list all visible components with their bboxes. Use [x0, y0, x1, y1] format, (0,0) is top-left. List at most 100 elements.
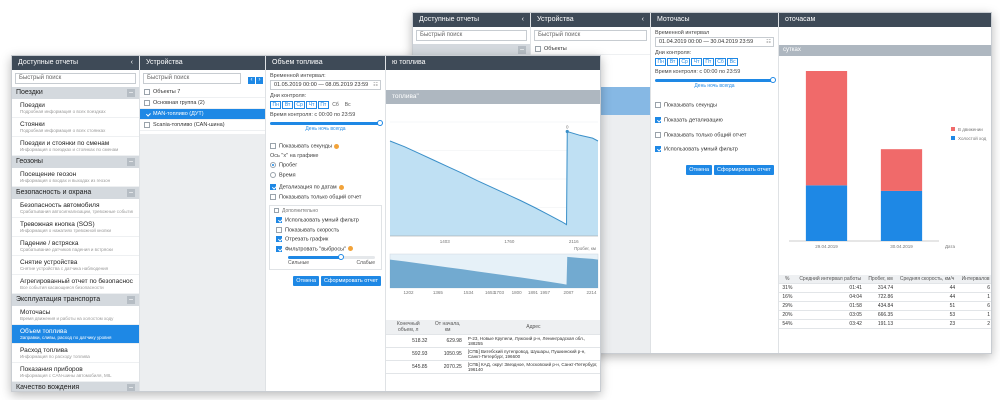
checkbox[interactable] [274, 208, 279, 214]
checkbox[interactable] [276, 245, 282, 252]
device-row[interactable]: Объекты 7 [140, 87, 265, 98]
report-item[interactable]: Показания приборов Информация с CAN-шины … [12, 363, 139, 382]
next-icon[interactable]: › [256, 77, 263, 84]
checkbox[interactable] [144, 110, 150, 117]
help-icon[interactable] [348, 246, 353, 252]
collapse-icon[interactable]: − [127, 158, 135, 166]
table-row[interactable]: 31% 01:41 314.74 44 6 [779, 283, 991, 293]
checkbox[interactable] [655, 117, 661, 124]
checkbox[interactable] [276, 226, 282, 233]
table-row[interactable]: 592.93 1050.95 [СПБ] Витебский путепровод,… [386, 347, 600, 361]
radio-button[interactable] [270, 171, 276, 178]
table-row[interactable]: 20% 03:05 666.35 53 1 [779, 310, 991, 320]
report-item[interactable]: Моточасы Время движения и работы на холос… [12, 306, 139, 325]
collapse-chevron-icon[interactable]: ‹ [522, 13, 524, 27]
calendar-icon[interactable]: ☷ [373, 81, 378, 89]
checkbox[interactable] [144, 121, 150, 128]
extra-option[interactable]: Отрезать график [276, 236, 375, 243]
back-option-filter[interactable]: Использовать умный фильтр [655, 146, 774, 153]
back-objects-row[interactable]: Объекты [531, 44, 650, 55]
front-option-detail[interactable]: Детализация по датам [270, 184, 381, 191]
report-item[interactable]: Безопасность автомобиля Срабатывания авто… [12, 199, 139, 218]
checkbox[interactable] [535, 45, 541, 52]
collapse-icon[interactable]: − [518, 46, 526, 54]
checkbox[interactable] [655, 131, 661, 138]
collapse-icon[interactable]: − [127, 296, 135, 304]
checkbox[interactable] [276, 217, 282, 224]
slider-handle[interactable] [377, 120, 383, 126]
help-icon[interactable] [338, 184, 344, 190]
back-generate-button[interactable]: Сформировать отчет [713, 164, 774, 175]
collapse-icon[interactable]: − [127, 189, 135, 197]
table-row[interactable]: 29% 01:58 434.84 51 6 [779, 301, 991, 311]
checkbox[interactable] [270, 193, 276, 200]
collapse-icon[interactable]: − [127, 89, 135, 97]
day-mon-toggle[interactable]: Пн [655, 58, 667, 66]
device-row[interactable]: MAN-топливо (ДУТ) [140, 109, 265, 120]
front-option-seconds[interactable]: Показывать секунды [270, 143, 381, 149]
day-sun-toggle[interactable]: Вс [342, 101, 353, 109]
column-header[interactable]: Адрес [464, 320, 600, 335]
extra-option[interactable]: Фильтровать "выбросы" [276, 245, 375, 252]
report-section-header[interactable]: Геозоны − [12, 156, 139, 168]
report-item[interactable]: Поездки и стоянки по сменам Информация о … [12, 137, 139, 156]
collapse-chevron-icon[interactable]: ‹ [642, 13, 644, 27]
front-generate-button[interactable]: Сформировать отчет [320, 276, 381, 287]
checkbox[interactable] [270, 184, 276, 191]
column-header[interactable]: Конечный объем, л [386, 320, 431, 335]
report-section-header[interactable]: Поездки − [12, 87, 139, 99]
day-wed-toggle[interactable]: Ср [678, 58, 691, 66]
calendar-icon[interactable]: ☷ [766, 38, 771, 46]
report-item[interactable]: Расход топлива Информация по расходу топл… [12, 344, 139, 363]
day-sun-toggle[interactable]: Вс [727, 58, 739, 66]
front-cancel-button[interactable]: Отмена [293, 276, 320, 287]
slider-handle[interactable] [770, 77, 776, 83]
back-time-interval-input[interactable]: 01.04.2019 00:00 — 30.04.2019 23:59 ☷ [655, 37, 774, 47]
front-time-slider[interactable] [270, 120, 383, 126]
radio-button[interactable] [270, 162, 276, 169]
front-devices-search[interactable]: Быстрый поиск [143, 73, 241, 84]
extra-option[interactable]: Показывать скорость [276, 226, 375, 233]
checkbox[interactable] [655, 102, 661, 108]
back-cancel-button[interactable]: Отмена [686, 164, 713, 175]
day-thu-toggle[interactable]: Чт [306, 101, 317, 109]
column-header[interactable]: Интервалов [958, 275, 991, 284]
checkbox[interactable] [270, 143, 276, 149]
back-devices-search[interactable]: Быстрый поиск [534, 30, 647, 41]
day-sat-toggle[interactable]: Сб [714, 58, 727, 66]
report-item[interactable]: Поездки Подробная информация о всех поезд… [12, 99, 139, 118]
day-tue-toggle[interactable]: Вт [282, 101, 293, 109]
table-row[interactable]: 16% 04:04 722.86 44 1 [779, 292, 991, 302]
report-item[interactable]: Тревожная кнопка (SOS) Информация о нажат… [12, 218, 139, 237]
report-item[interactable]: Объем топлива Заправки, сливы, расход по … [12, 325, 139, 344]
table-row[interactable]: 518.32 629.98 Р-23, Новые Крупели, Лужский… [386, 334, 600, 348]
checkbox[interactable] [144, 99, 150, 106]
day-thu-toggle[interactable]: Чт [691, 58, 702, 66]
day-mon-toggle[interactable]: Пн [270, 101, 282, 109]
front-extra-header[interactable]: Дополнительно [274, 208, 377, 214]
device-row[interactable]: Основная группа (2) [140, 98, 265, 109]
collapse-icon[interactable]: − [127, 384, 135, 391]
checkbox[interactable] [144, 88, 150, 95]
day-sat-toggle[interactable]: Сб [330, 101, 341, 109]
front-axis-mileage[interactable]: Пробег [270, 162, 381, 169]
help-icon[interactable] [333, 143, 339, 149]
extra-option[interactable]: Использовать умный фильтр [276, 217, 375, 224]
collapse-chevron-icon[interactable]: ‹ [131, 56, 133, 70]
table-row[interactable]: 54% 03:42 191.13 23 2 [779, 319, 991, 329]
column-header[interactable]: % [779, 275, 796, 284]
back-time-slider[interactable] [655, 77, 776, 83]
front-filter-slider[interactable] [288, 254, 375, 261]
report-item[interactable]: Стоянки Подробная информация о всех стоян… [12, 118, 139, 137]
checkbox[interactable] [276, 236, 282, 243]
report-section-header[interactable]: Эксплуатация транспорта − [12, 294, 139, 306]
day-wed-toggle[interactable]: Ср [293, 101, 306, 109]
day-tue-toggle[interactable]: Вт [667, 58, 678, 66]
table-row[interactable]: 545.85 2070.25 [СПБ] КАД, округ Звездное, … [386, 360, 600, 374]
front-time-interval-input[interactable]: 01.05.2019 00:00 — 08.05.2019 23:59 ☷ [270, 80, 381, 90]
report-section-header[interactable]: Безопасность и охрана − [12, 187, 139, 199]
report-item[interactable]: Агрегированный отчет по безопасности Все … [12, 275, 139, 294]
front-axis-time[interactable]: Время [270, 171, 381, 178]
back-option-total[interactable]: Показывать только общий отчет [655, 131, 774, 138]
report-item[interactable]: Посещение геозон Информация о входах и вы… [12, 168, 139, 187]
